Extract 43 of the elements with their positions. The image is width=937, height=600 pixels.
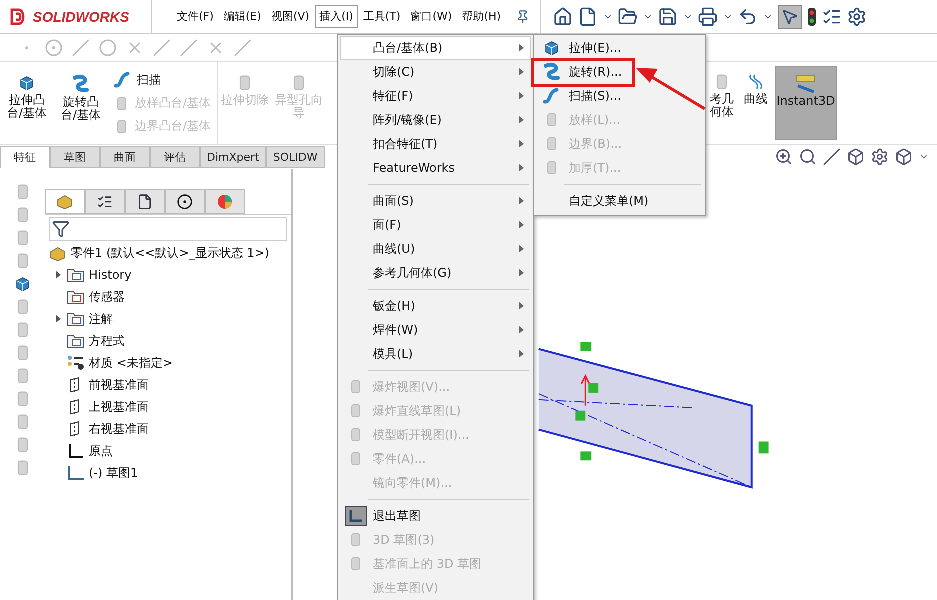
- menu-item[interactable]: FeatureWorks: [340, 156, 531, 180]
- menu-item[interactable]: 面(F): [340, 213, 531, 237]
- tree-item[interactable]: 前视基准面: [89, 376, 149, 394]
- menu-item[interactable]: 焊件(W): [340, 318, 531, 342]
- menu-item[interactable]: 参考几何体(G): [340, 261, 531, 285]
- extrude-boss-button[interactable]: 拉伸凸台/基体: [0, 62, 54, 144]
- tree-item[interactable]: 右视基准面: [89, 420, 149, 438]
- menu-item[interactable]: 拉伸(E)...: [536, 36, 703, 60]
- menu-item[interactable]: 凸台/基体(B): [340, 36, 531, 60]
- ribbon-tab[interactable]: 评估: [150, 146, 200, 168]
- menu-item[interactable]: 扣合特征(T): [340, 132, 531, 156]
- menu-item[interactable]: 模具(L): [340, 342, 531, 366]
- tree-item[interactable]: 材质 <未指定>: [89, 354, 173, 372]
- tree-item[interactable]: History: [89, 268, 132, 282]
- ribbon-command[interactable]: 考几何体: [707, 66, 737, 140]
- menu-item[interactable]: 扫描(S)...: [536, 84, 703, 108]
- menu-item[interactable]: 退出草图: [340, 504, 531, 528]
- ribbon-command[interactable]: 曲线: [739, 66, 773, 140]
- menu-item[interactable]: 旋转(R)...: [536, 60, 703, 84]
- ribbon-tab[interactable]: 特征: [0, 146, 50, 168]
- tree-item[interactable]: 原点: [89, 442, 113, 460]
- ribbon-tab[interactable]: 曲面: [100, 146, 150, 168]
- menu-item[interactable]: 曲线(U): [340, 237, 531, 261]
- tree-item[interactable]: 上视基准面: [89, 398, 149, 416]
- revolve-boss-button[interactable]: 旋转凸台/基体: [54, 62, 108, 144]
- menu-item[interactable]: 曲面(S): [340, 189, 531, 213]
- menu-item[interactable]: 钣金(H): [340, 294, 531, 318]
- ribbon-command[interactable]: Instant3D: [775, 66, 837, 140]
- app-logo: SOLIDWORKS: [0, 0, 152, 34]
- menu-item[interactable]: 切除(C): [340, 60, 531, 84]
- menu-item[interactable]: 特征(F): [340, 84, 531, 108]
- menu-item[interactable]: 插入(I): [314, 5, 358, 28]
- ribbon-tab[interactable]: DimXpert: [200, 146, 266, 168]
- tree-item[interactable]: (-) 草图1: [89, 464, 138, 482]
- tree-item[interactable]: 注解: [89, 310, 113, 328]
- menu-item[interactable]: 阵列/镜像(E): [340, 108, 531, 132]
- tree-item[interactable]: 传感器: [89, 288, 125, 306]
- ribbon-tab[interactable]: SOLIDW: [266, 146, 325, 168]
- menu-item[interactable]: 自定义菜单(M): [536, 189, 703, 213]
- ribbon-tab[interactable]: 草图: [50, 146, 100, 168]
- tree-item[interactable]: 零件1 (默认<<默认>_显示状态 1>): [71, 245, 270, 262]
- ribbon-command[interactable]: 扫描: [114, 70, 212, 90]
- tree-item[interactable]: 方程式: [89, 332, 125, 350]
